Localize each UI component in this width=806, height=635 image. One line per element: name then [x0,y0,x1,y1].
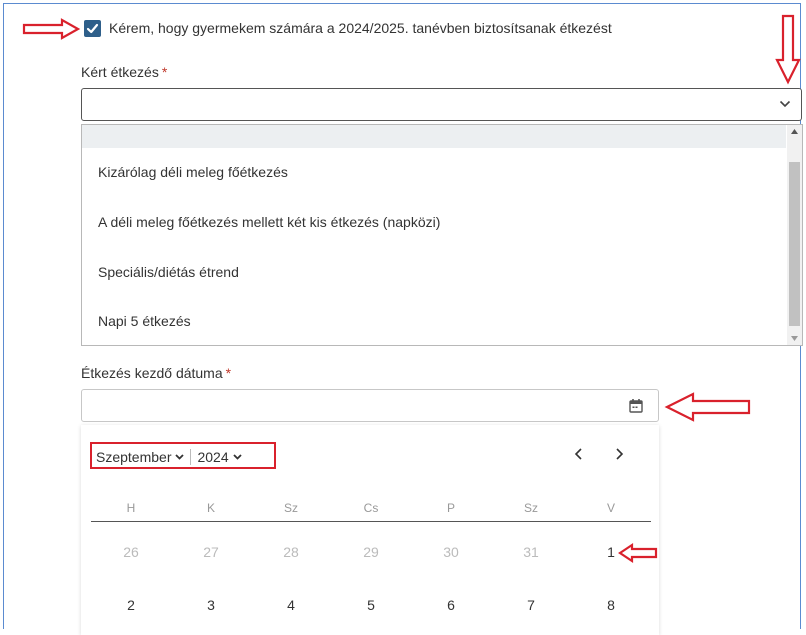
dropdown-option[interactable]: A déli meleg főétkezés mellett két kis é… [98,214,440,230]
start-date-input[interactable] [81,389,659,422]
weekday-label: K [206,501,215,515]
dropdown-option[interactable]: Kizárólag déli meleg főétkezés [98,164,288,180]
scroll-thumb[interactable] [789,162,800,326]
date-field-label: Étkezés kezdő dátuma * [81,365,232,381]
weekday-label: Sz [523,501,538,515]
date-picker: Szeptember 2024 H K Sz Cs P Sz V 26 27 2… [81,425,659,635]
calendar-day-outside-month[interactable]: 26 [91,544,171,560]
year-select[interactable]: 2024 [197,448,242,465]
meal-field-label: Kért étkezés * [81,64,168,80]
dropdown-option-blank[interactable] [82,125,786,148]
required-star: * [161,64,168,80]
scroll-up-icon[interactable] [791,129,798,134]
meal-options-list: Kizárólag déli meleg főétkezés A déli me… [81,124,803,346]
calendar-day[interactable]: 2 [91,597,171,613]
required-star: * [225,365,232,381]
weekday-label: P [446,501,455,515]
calendar-day-outside-month[interactable]: 28 [251,544,331,560]
chevron-left-icon [574,448,582,460]
agreement-checkbox[interactable] [84,20,101,37]
prev-month-button[interactable] [574,445,583,466]
annotation-arrow-right-icon [22,18,81,40]
checkmark-icon [86,23,99,34]
calendar-day-outside-month[interactable]: 29 [331,544,411,560]
meal-select[interactable] [81,88,802,121]
calendar-week-row: 2 3 4 5 6 7 8 [91,597,651,613]
calendar-day[interactable]: 4 [251,597,331,613]
year-value: 2024 [197,448,229,465]
calendar-day-outside-month[interactable]: 31 [491,544,571,560]
weekday-header: H K Sz Cs P Sz V [91,501,651,522]
next-month-button[interactable] [615,445,624,466]
scroll-down-icon[interactable] [791,336,798,341]
calendar-day[interactable]: 7 [491,597,571,613]
annotation-arrow-left-icon [664,392,751,422]
calendar-day[interactable]: 6 [411,597,491,613]
calendar-icon[interactable] [629,399,643,413]
calendar-day[interactable]: 3 [171,597,251,613]
weekday-label: H [126,501,136,515]
calendar-day-outside-month[interactable]: 30 [411,544,491,560]
dropdown-option[interactable]: Napi 5 étkezés [98,313,191,329]
chevron-down-icon [175,453,185,460]
chevron-right-icon [616,448,624,460]
month-year-selector: Szeptember 2024 [90,444,270,469]
weekday-label: V [606,501,615,515]
weekday-label: Cs [363,501,379,515]
month-value: Szeptember [96,448,172,465]
calendar-day[interactable]: 5 [331,597,411,613]
dropdown-scrollbar[interactable] [787,125,802,345]
calendar-day-outside-month[interactable]: 27 [171,544,251,560]
agreement-label: Kérem, hogy gyermekem számára a 2024/202… [109,20,612,36]
annotation-arrow-left-small-icon [618,542,658,564]
chevron-down-icon [233,453,242,460]
calendar-week-row: 26 27 28 29 30 31 1 [91,544,651,560]
calendar-day[interactable]: 8 [571,597,651,613]
dropdown-option[interactable]: Speciális/diétás étrend [98,264,239,280]
annotation-arrow-down-icon [775,14,801,85]
month-select[interactable]: Szeptember [90,448,192,465]
weekday-label: Sz [283,501,298,515]
chevron-down-icon [779,100,791,108]
